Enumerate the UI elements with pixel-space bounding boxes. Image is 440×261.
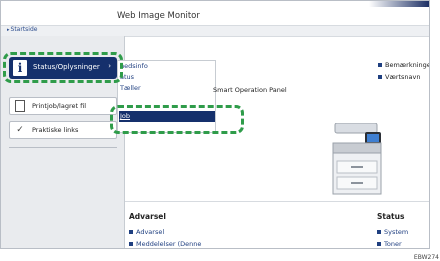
breadcrumb-home-link[interactable]: Startside [11,26,38,33]
messages-link[interactable]: Meddelelser (Denne [129,240,201,248]
header-accent [369,1,429,7]
status-callout-outline [3,52,123,83]
submenu-item-status[interactable]: atus [119,72,215,83]
top-header: Web Image Monitor [1,1,429,25]
warning-title: Advarsel [129,212,166,221]
sidebar-divider [9,147,117,148]
panel-text: Smart Operation Panel [213,86,287,94]
useful-links-label: Praktiske links [32,126,79,134]
document-icon [15,100,25,112]
legend-item: Bemærkninger [378,61,429,69]
breadcrumb[interactable]: ▸Startside [7,26,37,33]
bullet-square [129,230,133,234]
legend-item: Værtsnavn [378,73,421,81]
system-status-link[interactable]: System [377,228,408,236]
printer-image [332,123,382,195]
useful-links-button[interactable]: ✓ Praktiske links [9,121,117,139]
bullet-square [129,242,133,246]
figure-code: EBW274 [413,254,439,261]
submenu-item-counter[interactable]: Tæller [119,83,215,94]
warning-link[interactable]: Advarsel [129,228,164,236]
status-title: Status [377,212,405,221]
print-job-button[interactable]: Printjob/lagret fil [9,97,117,115]
bullet-square [377,230,381,234]
breadcrumb-arrow-icon: ▸ [7,27,10,33]
submenu-item-device-info[interactable]: hedsinfo [119,61,215,72]
job-callout-outline [110,105,244,134]
thumbs-up-icon: ✓ [16,125,24,135]
toner-status-link[interactable]: Toner [377,240,402,248]
legend-square [378,63,382,67]
legend-square [378,75,382,79]
bullet-square [377,242,381,246]
bottom-section: Advarsel Advarsel Meddelelser (Denne Sta… [125,201,429,248]
print-job-label: Printjob/lagret fil [32,102,87,110]
app-title: Web Image Monitor [117,11,200,21]
